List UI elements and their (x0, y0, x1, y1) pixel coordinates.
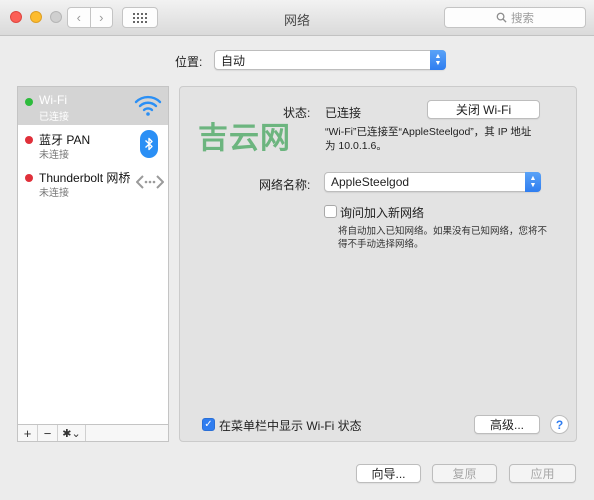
service-status: 已连接 (39, 112, 69, 123)
status-description: “Wi-Fi”已连接至“AppleSteelgod”，其 IP 地址 (325, 126, 532, 138)
location-label: 位置: (175, 55, 203, 69)
apply-button[interactable]: 应用 (509, 464, 576, 483)
service-status: 未连接 (39, 188, 69, 199)
network-name-popup[interactable]: AppleSteelgod ▲ ▼ (324, 172, 541, 192)
thunderbolt-bridge-icon (135, 173, 165, 194)
location-value: 自动 (221, 53, 246, 68)
ask-join-description-line2: 得不手动选择网络。 (338, 239, 424, 250)
ask-join-description: 将自动加入已知网络。如果没有已知网络，您将不 (338, 226, 548, 237)
status-dot-connected (25, 98, 33, 106)
status-description-line2: 为 10.0.1.6。 (325, 140, 387, 152)
network-name-label: 网络名称: (259, 178, 311, 192)
gear-menu-button[interactable]: ✱⌄ (58, 425, 86, 441)
service-item-bluetooth-pan[interactable]: 蓝牙 PAN 未连接 (18, 125, 168, 163)
location-popup[interactable]: 自动 ▲ ▼ (214, 50, 446, 70)
advanced-button[interactable]: 高级... (474, 415, 540, 434)
search-field[interactable]: 搜索 (444, 7, 586, 28)
status-dot-disconnected (25, 174, 33, 182)
service-list: Wi-Fi 已连接 蓝牙 PAN 未连接 Thunderbolt 网桥 未连接 (17, 86, 169, 442)
popup-arrows-icon: ▲ ▼ (525, 172, 541, 192)
ask-join-checkbox[interactable] (324, 205, 337, 218)
search-icon (496, 12, 507, 23)
help-button[interactable]: ? (550, 415, 569, 434)
bluetooth-icon (140, 130, 158, 158)
service-name: Wi-Fi (39, 93, 67, 107)
remove-service-button[interactable]: − (38, 425, 58, 441)
watermark: 吉云网 (198, 122, 291, 155)
service-status: 未连接 (39, 150, 69, 161)
ask-join-label: 询问加入新网络 (340, 206, 425, 220)
popup-arrows-icon: ▲ ▼ (430, 50, 446, 70)
service-item-thunderbolt-bridge[interactable]: Thunderbolt 网桥 未连接 (18, 163, 168, 201)
service-list-toolbar: + − ✱⌄ (17, 424, 169, 442)
add-service-button[interactable]: + (18, 425, 38, 441)
status-value: 已连接 (325, 106, 362, 120)
show-menubar-label: 在菜单栏中显示 Wi-Fi 状态 (219, 419, 362, 433)
assist-button[interactable]: 向导... (356, 464, 421, 483)
title-bar: ‹ › 网络 搜索 (0, 0, 594, 36)
search-placeholder: 搜索 (511, 12, 534, 25)
wifi-icon (134, 93, 162, 120)
revert-button[interactable]: 复原 (432, 464, 497, 483)
status-dot-disconnected (25, 136, 33, 144)
show-menubar-checkbox[interactable]: ✓ (202, 418, 215, 431)
toggle-wifi-button[interactable]: 关闭 Wi-Fi (427, 100, 540, 119)
network-name-value: AppleSteelgod (331, 175, 410, 189)
service-item-wifi[interactable]: Wi-Fi 已连接 (18, 87, 168, 125)
